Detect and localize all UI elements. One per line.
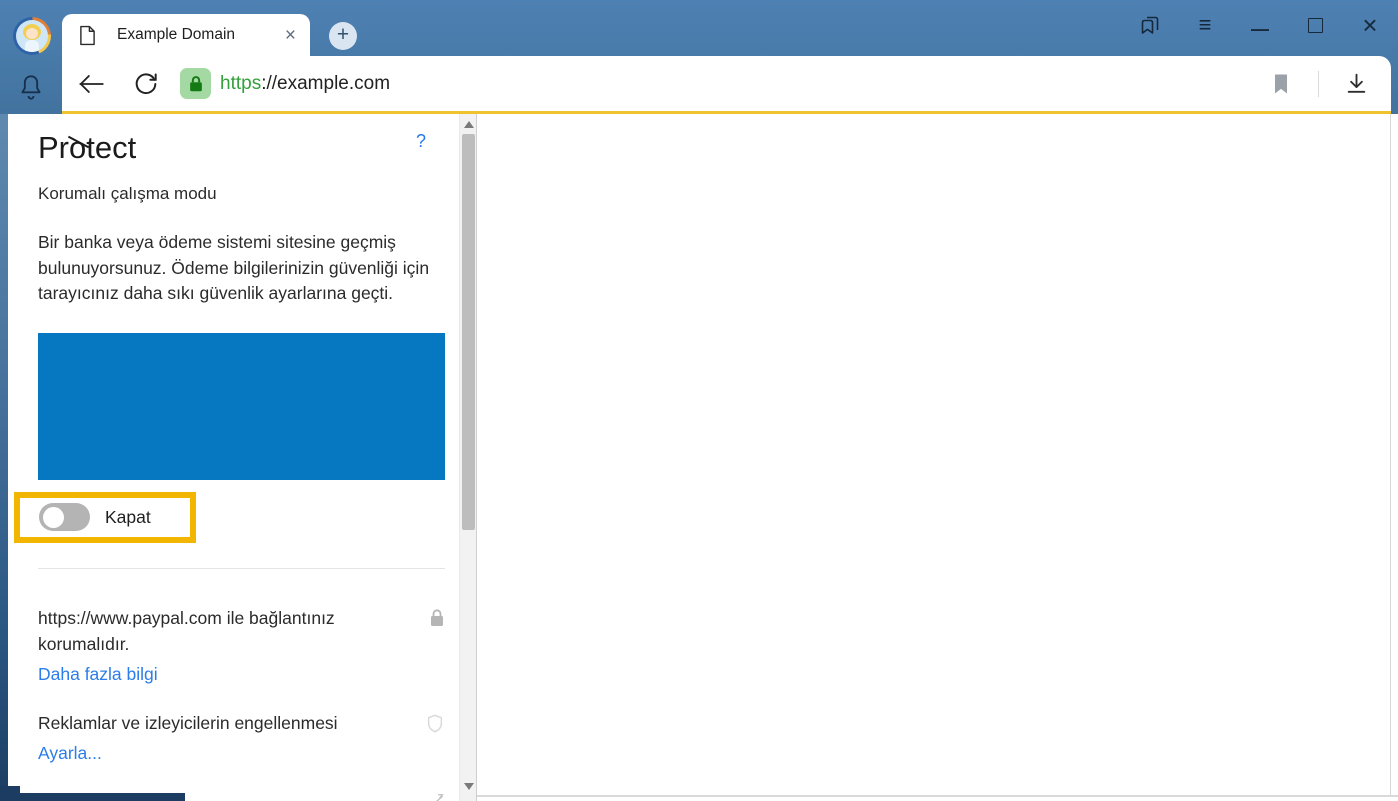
window-left-edge [0,114,8,801]
security-lock-badge[interactable] [180,68,211,99]
tab-close-icon[interactable]: × [285,26,296,45]
toolbar: https://example.com [62,56,1391,114]
configure-link[interactable]: Ayarla... [38,740,102,766]
toggle-label: Kapat [105,507,151,528]
address-bar[interactable]: https://example.com [220,73,390,95]
menu-icon[interactable]: ≡ [1193,10,1217,40]
toggle-highlight-box: Kapat [14,492,196,543]
protected-mode-title: Korumalı çalışma modu [38,184,445,204]
notifications-bell-icon[interactable] [16,72,46,104]
toolbar-divider [1318,71,1319,97]
toggle-knob [43,507,64,528]
protect-panel: Protect ? Korumalı çalışma modu Bir bank… [8,114,477,801]
new-tab-button[interactable]: + [329,22,357,50]
window-right-edge [1390,114,1391,795]
promo-image [38,333,445,480]
window-bottom-corner-strip [0,793,185,801]
browser-chrome: Example Domain × + ≡ — × [0,0,1398,114]
collections-icon[interactable] [1138,10,1162,40]
scrollbar-thumb[interactable] [462,134,475,530]
url-protocol: https [220,73,261,94]
ads-blocking-text: Reklamlar ve izleyicilerin engellenmesi [38,710,445,736]
scrollbar-up-arrow[interactable] [460,116,477,133]
profile-avatar[interactable] [13,17,51,55]
page-icon [79,25,96,46]
connection-text: https://www.paypal.com ile bağlantınız k… [38,605,445,657]
close-icon[interactable]: × [1358,10,1382,40]
more-info-link[interactable]: Daha fazla bilgi [38,661,158,687]
shield-icon [425,713,445,740]
protected-mode-toggle[interactable] [39,503,90,531]
maximize-icon[interactable] [1303,10,1327,40]
window-bottom-corner [0,786,20,801]
minimize-icon[interactable]: — [1248,10,1272,40]
connection-lock-icon [429,608,445,633]
window-controls: ≡ — × [1107,8,1382,42]
tab-title: Example Domain [117,26,285,44]
reload-icon[interactable] [132,70,160,98]
ads-blocking-row: Reklamlar ve izleyicilerin engellenmesi … [38,710,445,766]
back-icon[interactable] [76,69,106,99]
avatar-image [16,20,48,52]
help-icon[interactable]: ? [416,131,426,152]
bookmark-flag-icon[interactable] [1270,72,1292,96]
javascript-blocked-icon [427,792,445,801]
scrollbar-down-arrow[interactable] [460,778,477,795]
browser-window: Example Domain × + ≡ — × [0,0,1398,801]
tab-example-domain[interactable]: Example Domain × [62,14,310,56]
protect-logo: Protect [38,128,136,168]
download-icon[interactable] [1343,71,1369,97]
panel-scrollbar[interactable] [459,114,476,801]
url-host: ://example.com [261,73,390,94]
connection-row: https://www.paypal.com ile bağlantınız k… [38,605,445,687]
protected-mode-description: Bir banka veya ödeme sistemi sitesine ge… [38,230,444,307]
section-divider [38,568,445,569]
